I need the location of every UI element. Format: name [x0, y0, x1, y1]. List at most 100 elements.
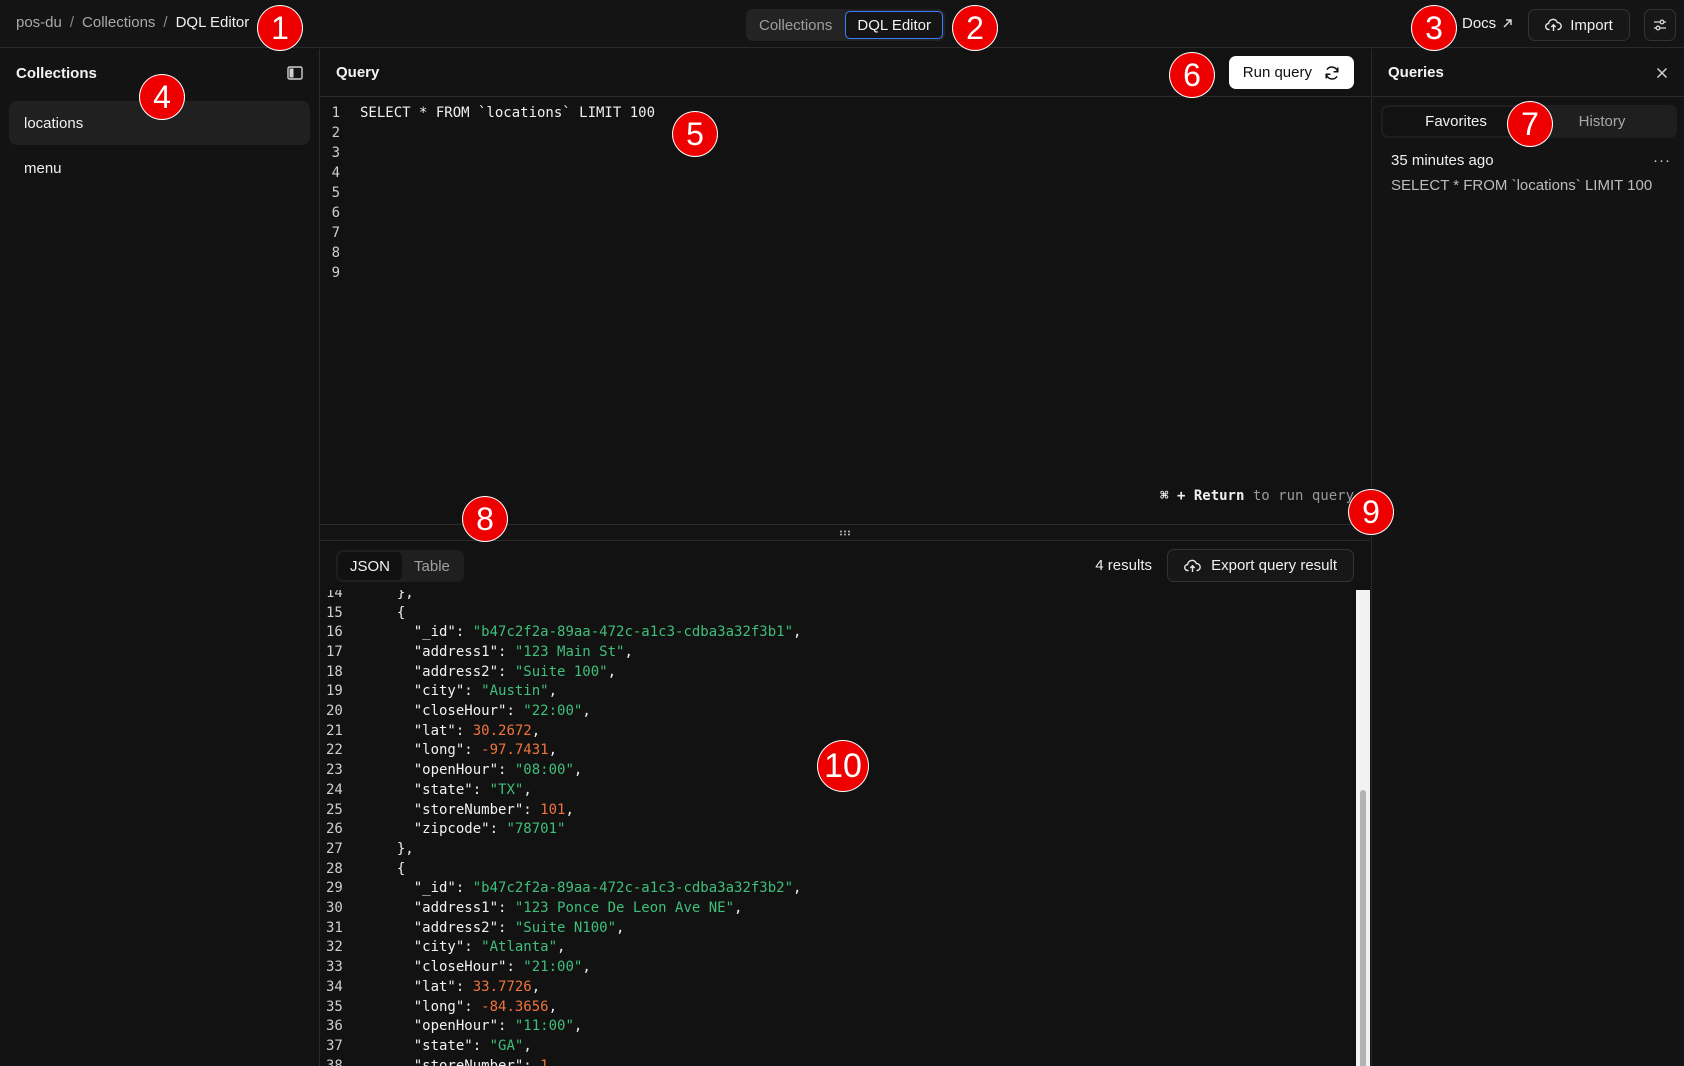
json-code: "long": -97.7431,	[380, 742, 557, 758]
json-string-value: "08:00"	[514, 762, 574, 779]
json-code: "address1": "123 Main St",	[380, 644, 633, 660]
json-results-viewer[interactable]: 14 }, 15 {16 "_id": "b47c2f2a-89aa-472c-a…	[320, 590, 1356, 1066]
json-line: 18 "address2": "Suite 100",	[320, 662, 616, 682]
json-line: 36 "openHour": "11:00",	[320, 1016, 582, 1036]
json-colon: :	[464, 683, 482, 700]
queries-header: Queries	[1372, 49, 1684, 97]
results-scrollbar-thumb[interactable]	[1360, 790, 1366, 1066]
json-code: "address1": "123 Ponce De Leon Ave NE",	[380, 900, 743, 917]
docs-link[interactable]: Docs	[1462, 15, 1513, 32]
json-line: 21 "lat": 30.2672,	[320, 721, 540, 741]
external-link-icon	[1502, 18, 1513, 29]
run-query-button[interactable]: Run query	[1228, 56, 1354, 89]
shortcut-text: to run query	[1244, 488, 1354, 504]
saved-query-text: SELECT * FROM `locations` LIMIT 100	[1391, 177, 1653, 194]
json-code: "openHour": "11:00",	[380, 1018, 583, 1035]
annotation-marker-3: 3	[1412, 6, 1456, 50]
annotation-marker-6: 6	[1170, 53, 1214, 97]
json-line: 19 "city": "Austin",	[320, 682, 557, 702]
line-number: 25	[326, 801, 343, 818]
json-punctuation: ,	[523, 1037, 532, 1054]
json-line: 16 "_id": "b47c2f2a-89aa-472c-a1c3-cdba3…	[320, 622, 801, 642]
json-key: "_id"	[413, 880, 456, 897]
json-code: "lat": 30.2672,	[380, 723, 540, 739]
json-colon: :	[455, 880, 473, 897]
breadcrumb-collections[interactable]: Collections	[82, 14, 155, 31]
json-string-value: "b47c2f2a-89aa-472c-a1c3-cdba3a32f3b1"	[472, 624, 794, 641]
json-punctuation: ,	[616, 919, 625, 936]
json-line: 27 },	[320, 839, 414, 859]
sidebar-item-label: menu	[24, 159, 62, 177]
json-number-value: -97.7431	[481, 742, 549, 759]
editor-line: 5	[320, 183, 340, 203]
line-number: 26	[326, 821, 343, 838]
settings-button[interactable]	[1644, 9, 1676, 41]
json-punctuation: ,	[531, 722, 541, 739]
breadcrumb: pos-du / Collections / DQL Editor	[16, 14, 249, 31]
json-colon: :	[523, 801, 541, 818]
export-query-result-button[interactable]: Export query result	[1167, 549, 1354, 582]
editor-line: 1 SELECT * FROM `locations` LIMIT 100	[320, 103, 655, 123]
json-colon: :	[498, 663, 515, 680]
json-colon: :	[455, 978, 473, 995]
json-colon: :	[506, 959, 524, 976]
json-punctuation: ,	[548, 998, 558, 1015]
json-line: 20 "closeHour": "22:00",	[320, 701, 591, 721]
json-punctuation: ,	[565, 801, 574, 818]
export-label: Export query result	[1211, 557, 1337, 574]
more-options-icon[interactable]: ···	[1653, 152, 1671, 169]
json-colon: :	[464, 742, 482, 759]
json-colon: :	[455, 722, 473, 739]
json-number-value: 101	[540, 801, 566, 818]
json-string-value: "b47c2f2a-89aa-472c-a1c3-cdba3a32f3b2"	[472, 880, 794, 897]
json-colon: :	[472, 781, 490, 798]
json-key: "address1"	[413, 643, 499, 660]
json-string-value: "123 Ponce De Leon Ave NE"	[514, 900, 735, 917]
import-button[interactable]: Import	[1528, 9, 1630, 41]
json-key: "lat"	[413, 978, 456, 995]
json-key: "city"	[413, 683, 465, 700]
tab-table[interactable]: Table	[402, 552, 462, 580]
json-key: "long"	[413, 998, 465, 1015]
json-key: "_id"	[413, 624, 456, 641]
json-code: },	[380, 590, 414, 601]
saved-query-item[interactable]: 35 minutes ago ··· SELECT * FROM `locati…	[1391, 152, 1671, 194]
json-punctuation: ,	[734, 900, 743, 917]
line-number: 28	[326, 860, 343, 877]
sidebar-item-label: locations	[24, 114, 84, 132]
close-icon[interactable]	[1656, 67, 1668, 79]
json-colon: :	[506, 703, 524, 720]
tab-collections[interactable]: Collections	[748, 11, 843, 39]
query-editor[interactable]: 1 SELECT * FROM `locations` LIMIT 100 2 3 4 5…	[320, 97, 1370, 525]
json-colon: :	[498, 762, 515, 779]
json-string-value: "11:00"	[514, 1018, 574, 1035]
json-code: "closeHour": "21:00",	[380, 959, 591, 975]
json-line: 29 "_id": "b47c2f2a-89aa-472c-a1c3-cdba3…	[320, 879, 801, 899]
tab-json[interactable]: JSON	[338, 552, 403, 580]
results-scrollbar[interactable]	[1356, 590, 1370, 1066]
json-line: 24 "state": "TX",	[320, 780, 532, 800]
json-key: "zipcode"	[413, 821, 490, 838]
breadcrumb-workspace[interactable]: pos-du	[16, 14, 62, 31]
json-line: 22 "long": -97.7431,	[320, 741, 557, 761]
json-colon: :	[489, 821, 507, 838]
sidebar-item-menu[interactable]: menu	[9, 146, 310, 190]
tab-dql-editor[interactable]: DQL Editor	[845, 11, 944, 39]
line-number: 19	[326, 683, 343, 700]
saved-query-time: 35 minutes ago	[1391, 152, 1494, 169]
editor-line: 4	[320, 163, 340, 183]
line-number: 33	[326, 959, 343, 976]
json-code: {	[380, 605, 405, 621]
json-punctuation: ,	[548, 1057, 558, 1066]
json-key: "openHour"	[413, 762, 499, 779]
sidebar-toggle-icon[interactable]	[287, 66, 303, 80]
json-string-value: "78701"	[506, 821, 566, 838]
json-code: "storeNumber": 101,	[380, 802, 574, 818]
json-number-value: 33.7726	[472, 978, 532, 995]
